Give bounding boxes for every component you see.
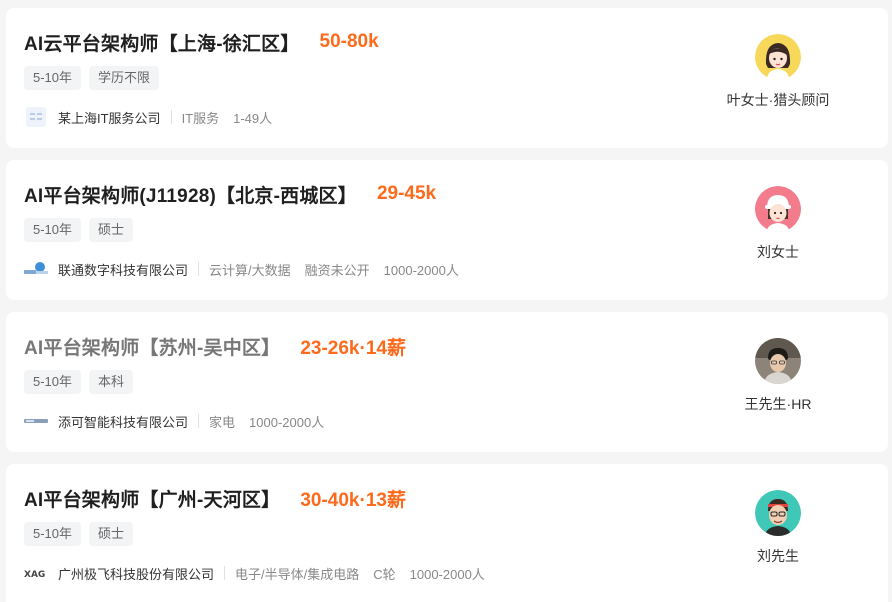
divider xyxy=(198,262,200,276)
tag-experience: 5-10年 xyxy=(24,370,82,394)
job-title[interactable]: AI平台架构师(J11928)【北京-西城区】 xyxy=(24,181,357,208)
job-list: AI云平台架构师【上海-徐汇区】 50-80k 5-10年 学历不限 某上海IT… xyxy=(0,0,892,602)
man-avatar-icon xyxy=(755,490,801,536)
recruiter-name: 刘先生 xyxy=(757,548,799,564)
job-title-row: AI平台架构师【苏州-吴中区】 23-26k·14薪 xyxy=(24,332,406,360)
company-funding: 融资未公开 xyxy=(304,262,370,278)
job-title-row: AI平台架构师(J11928)【北京-西城区】 29-45k xyxy=(24,180,436,208)
recruiter[interactable]: 王先生·HR xyxy=(708,338,848,414)
company-info: 添可智能科技有限公司 家电 1000-2000人 xyxy=(24,410,338,432)
tag-experience: 5-10年 xyxy=(24,218,82,242)
recruiter-name: 刘女士 xyxy=(757,244,799,260)
job-title-row: AI平台架构师【广州-天河区】 30-40k·13薪 xyxy=(24,484,406,512)
job-tags: 5-10年 硕士 xyxy=(24,218,134,242)
company-name[interactable]: 广州极飞科技股份有限公司 xyxy=(58,564,214,583)
tag-education: 学历不限 xyxy=(89,66,160,90)
job-title[interactable]: AI平台架构师【广州-天河区】 xyxy=(24,485,280,512)
salary: 50-80k xyxy=(319,31,379,52)
company-industry: 云计算/大数据 xyxy=(209,262,291,278)
company-info: 联通数字科技有限公司 云计算/大数据 融资未公开 1000-2000人 xyxy=(24,258,473,280)
recruiter-name: 叶女士·猎头顾问 xyxy=(726,92,830,108)
divider xyxy=(170,110,172,124)
company-industry: 家电 xyxy=(209,414,236,430)
salary: 23-26k·14薪 xyxy=(300,337,406,359)
company-name[interactable]: 联通数字科技有限公司 xyxy=(58,260,188,279)
company-size: 1000-2000人 xyxy=(409,566,485,582)
company-size: 1-49人 xyxy=(233,110,273,126)
job-tags: 5-10年 学历不限 xyxy=(24,66,160,90)
recruiter[interactable]: 刘先生 xyxy=(708,490,848,566)
tag-experience: 5-10年 xyxy=(24,66,82,90)
tag-education: 硕士 xyxy=(89,218,134,242)
salary: 29-45k xyxy=(376,183,437,204)
company-info: 某上海IT服务公司 IT服务 1-49人 xyxy=(24,106,286,128)
company-info: XAG 广州极飞科技股份有限公司 电子/半导体/集成电路 C轮 1000-200… xyxy=(24,562,499,584)
tag-education: 硕士 xyxy=(89,522,134,546)
company-size: 1000-2000人 xyxy=(383,262,459,278)
job-tags: 5-10年 硕士 xyxy=(24,522,134,546)
xag-logo-text: XAG xyxy=(24,570,45,579)
woman-avatar-icon xyxy=(755,34,801,80)
photo-avatar-icon xyxy=(755,338,801,384)
job-title[interactable]: AI云平台架构师【上海-徐汇区】 xyxy=(24,29,300,56)
job-title-row: AI云平台架构师【上海-徐汇区】 50-80k xyxy=(24,28,379,56)
company-industry: 电子/半导体/集成电路 xyxy=(235,566,360,582)
job-card[interactable]: AI云平台架构师【上海-徐汇区】 50-80k 5-10年 学历不限 某上海IT… xyxy=(6,8,888,148)
salary: 30-40k·13薪 xyxy=(300,489,406,511)
divider xyxy=(198,414,200,428)
company-funding: C轮 xyxy=(373,566,396,582)
company-size: 1000-2000人 xyxy=(249,414,325,430)
placeholder-logo-icon xyxy=(24,106,48,128)
job-tags: 5-10年 本科 xyxy=(24,370,134,394)
tag-education: 本科 xyxy=(89,370,134,394)
job-card[interactable]: AI平台架构师【广州-天河区】 30-40k·13薪 5-10年 硕士 XAG … xyxy=(6,464,888,602)
company-name[interactable]: 添可智能科技有限公司 xyxy=(58,412,188,431)
job-card[interactable]: AI平台架构师【苏州-吴中区】 23-26k·14薪 5-10年 本科 添可智能… xyxy=(6,312,888,452)
company-name[interactable]: 某上海IT服务公司 xyxy=(58,108,161,127)
divider xyxy=(224,566,226,580)
job-card[interactable]: AI平台架构师(J11928)【北京-西城区】 29-45k 5-10年 硕士 … xyxy=(6,160,888,300)
woman-cap-avatar-icon xyxy=(755,186,801,232)
xag-logo-icon: XAG xyxy=(24,562,48,584)
recruiter-name: 王先生·HR xyxy=(744,396,812,412)
company-industry: IT服务 xyxy=(181,110,220,126)
job-title[interactable]: AI平台架构师【苏州-吴中区】 xyxy=(24,333,280,360)
unicom-logo-icon xyxy=(24,258,48,280)
tineco-logo-icon xyxy=(24,410,48,432)
recruiter[interactable]: 刘女士 xyxy=(708,186,848,262)
recruiter[interactable]: 叶女士·猎头顾问 xyxy=(708,34,848,110)
tag-experience: 5-10年 xyxy=(24,522,82,546)
